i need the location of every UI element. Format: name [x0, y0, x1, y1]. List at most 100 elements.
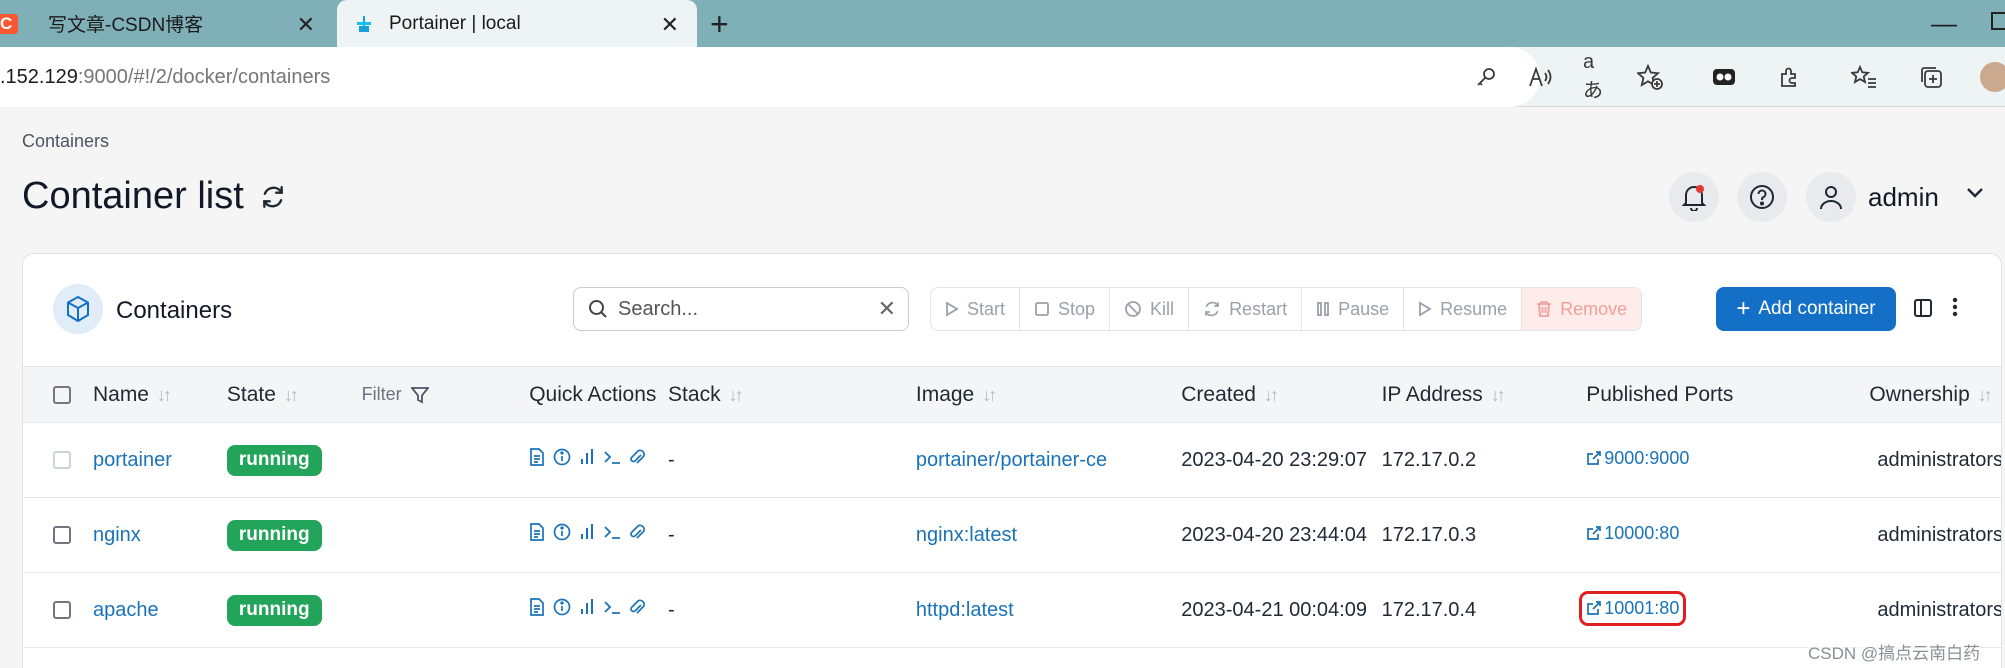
- start-button[interactable]: Start: [931, 288, 1021, 330]
- add-container-button[interactable]: + Add container: [1716, 287, 1896, 331]
- tab-csdn[interactable]: C 写文章-CSDN博客 ✕: [0, 0, 333, 47]
- translate-icon[interactable]: aあ: [1583, 51, 1611, 102]
- restart-button[interactable]: Restart: [1189, 288, 1303, 330]
- created-value: 2023-04-21 00:04:09: [1181, 598, 1367, 621]
- pause-button[interactable]: Pause: [1302, 288, 1405, 330]
- user-menu-button[interactable]: [1806, 172, 1856, 222]
- column-ip-address[interactable]: IP Address ↓↑: [1382, 367, 1587, 423]
- ban-icon: [1124, 300, 1142, 318]
- container-name-link[interactable]: nginx: [93, 524, 141, 546]
- url-field[interactable]: .152.129:9000/#!/2/docker/containers: [0, 47, 1540, 107]
- plus-icon: +: [1736, 295, 1751, 322]
- extension-app-icon[interactable]: [1710, 63, 1738, 91]
- sort-icon[interactable]: ↓↑: [1264, 385, 1279, 405]
- logs-icon[interactable]: [529, 523, 545, 541]
- maximize-icon[interactable]: [1991, 12, 2005, 30]
- stop-icon: [1034, 301, 1050, 317]
- notifications-button[interactable]: [1669, 172, 1719, 222]
- key-icon[interactable]: [1472, 63, 1500, 91]
- refresh-icon[interactable]: [260, 184, 286, 210]
- image-link[interactable]: httpd:latest: [916, 599, 1014, 621]
- attach-icon[interactable]: [629, 448, 646, 466]
- inspect-icon[interactable]: [553, 448, 571, 466]
- close-icon[interactable]: ✕: [297, 12, 315, 38]
- row-checkbox[interactable]: [53, 526, 71, 545]
- external-link-icon: [1586, 525, 1602, 541]
- user-name[interactable]: admin: [1868, 182, 1939, 213]
- row-checkbox[interactable]: [53, 601, 71, 620]
- minimize-icon[interactable]: —: [1931, 8, 1957, 39]
- stack-value: -: [668, 598, 675, 621]
- bell-icon: [1681, 183, 1707, 211]
- containers-card: Containers ✕ Start Stop Kill R: [22, 253, 2002, 668]
- column-state[interactable]: State ↓↑: [227, 367, 352, 423]
- favorites-icon[interactable]: [1850, 63, 1878, 91]
- sort-icon[interactable]: ↓↑: [157, 385, 172, 405]
- inspect-icon[interactable]: [553, 523, 571, 541]
- extensions-icon[interactable]: [1776, 63, 1804, 91]
- columns-icon[interactable]: [1913, 298, 1933, 323]
- resume-button[interactable]: Resume: [1404, 288, 1523, 330]
- state-filter[interactable]: Filter: [352, 367, 530, 423]
- sort-icon[interactable]: ↓↑: [1978, 385, 1993, 405]
- image-link[interactable]: nginx:latest: [916, 524, 1017, 546]
- clear-search-icon[interactable]: ✕: [878, 296, 896, 322]
- tab-portainer[interactable]: Portainer | local ✕: [337, 0, 697, 47]
- tab-title: 写文章-CSDN博客: [48, 15, 204, 36]
- published-port-link[interactable]: 9000:9000: [1586, 448, 1689, 469]
- attach-icon[interactable]: [629, 598, 646, 616]
- console-icon[interactable]: [603, 449, 621, 465]
- console-icon[interactable]: [603, 599, 621, 615]
- logs-icon[interactable]: [529, 598, 545, 616]
- select-all-checkbox[interactable]: [53, 385, 71, 404]
- page-title-text: Container list: [22, 175, 244, 217]
- quick-actions: [529, 448, 646, 466]
- column-stack[interactable]: Stack ↓↑: [668, 367, 916, 423]
- sort-icon[interactable]: ↓↑: [729, 385, 744, 405]
- attach-icon[interactable]: [629, 523, 646, 541]
- sort-icon[interactable]: ↓↑: [284, 385, 299, 405]
- column-name[interactable]: Name ↓↑: [93, 367, 227, 423]
- search-input[interactable]: [618, 297, 858, 321]
- chevron-down-icon[interactable]: [1965, 186, 1985, 205]
- row-checkbox[interactable]: [53, 451, 71, 470]
- column-published-ports: Published Ports: [1586, 382, 1734, 406]
- column-ownership[interactable]: Ownership ↓↑: [1869, 367, 2001, 423]
- url-host: .152.129: [0, 65, 78, 88]
- card-header: Containers ✕ Start Stop Kill R: [23, 254, 2001, 366]
- help-button[interactable]: [1737, 172, 1787, 222]
- help-icon: [1748, 183, 1776, 211]
- image-link[interactable]: portainer/portainer-ce: [916, 449, 1107, 471]
- inspect-icon[interactable]: [553, 598, 571, 616]
- play-icon: [1418, 301, 1432, 317]
- stop-button[interactable]: Stop: [1020, 288, 1111, 330]
- container-name-link[interactable]: apache: [93, 599, 159, 621]
- address-bar: .152.129:9000/#!/2/docker/containers aあ: [0, 47, 2005, 107]
- published-port-link[interactable]: 10001:80: [1579, 590, 1687, 626]
- published-port-link[interactable]: 10000:80: [1586, 523, 1679, 544]
- sort-icon[interactable]: ↓↑: [1491, 385, 1506, 405]
- user-icon: [1818, 183, 1844, 211]
- favorite-add-icon[interactable]: [1636, 63, 1664, 91]
- read-aloud-icon[interactable]: [1527, 63, 1555, 91]
- external-link-icon: [1586, 600, 1602, 616]
- table-row: apache running - httpd:latest 2023-04-21…: [23, 573, 2001, 648]
- table-row: portainer running - portainer/portainer-…: [23, 423, 2001, 498]
- container-name-link[interactable]: portainer: [93, 449, 172, 471]
- collections-icon[interactable]: [1917, 63, 1945, 91]
- column-created[interactable]: Created ↓↑: [1181, 367, 1381, 423]
- remove-button[interactable]: Remove: [1522, 288, 1642, 330]
- stats-icon[interactable]: [579, 598, 595, 616]
- new-tab-icon[interactable]: +: [710, 6, 729, 43]
- close-icon[interactable]: ✕: [661, 12, 679, 38]
- logs-icon[interactable]: [529, 448, 545, 466]
- stats-icon[interactable]: [579, 448, 595, 466]
- column-image[interactable]: Image ↓↑: [916, 367, 1181, 423]
- breadcrumb: Containers: [22, 131, 110, 151]
- console-icon[interactable]: [603, 524, 621, 540]
- more-vertical-icon[interactable]: [1951, 296, 1959, 323]
- stats-icon[interactable]: [579, 523, 595, 541]
- kill-button[interactable]: Kill: [1110, 288, 1190, 330]
- sort-icon[interactable]: ↓↑: [982, 385, 997, 405]
- profile-avatar-icon[interactable]: [1980, 62, 2005, 92]
